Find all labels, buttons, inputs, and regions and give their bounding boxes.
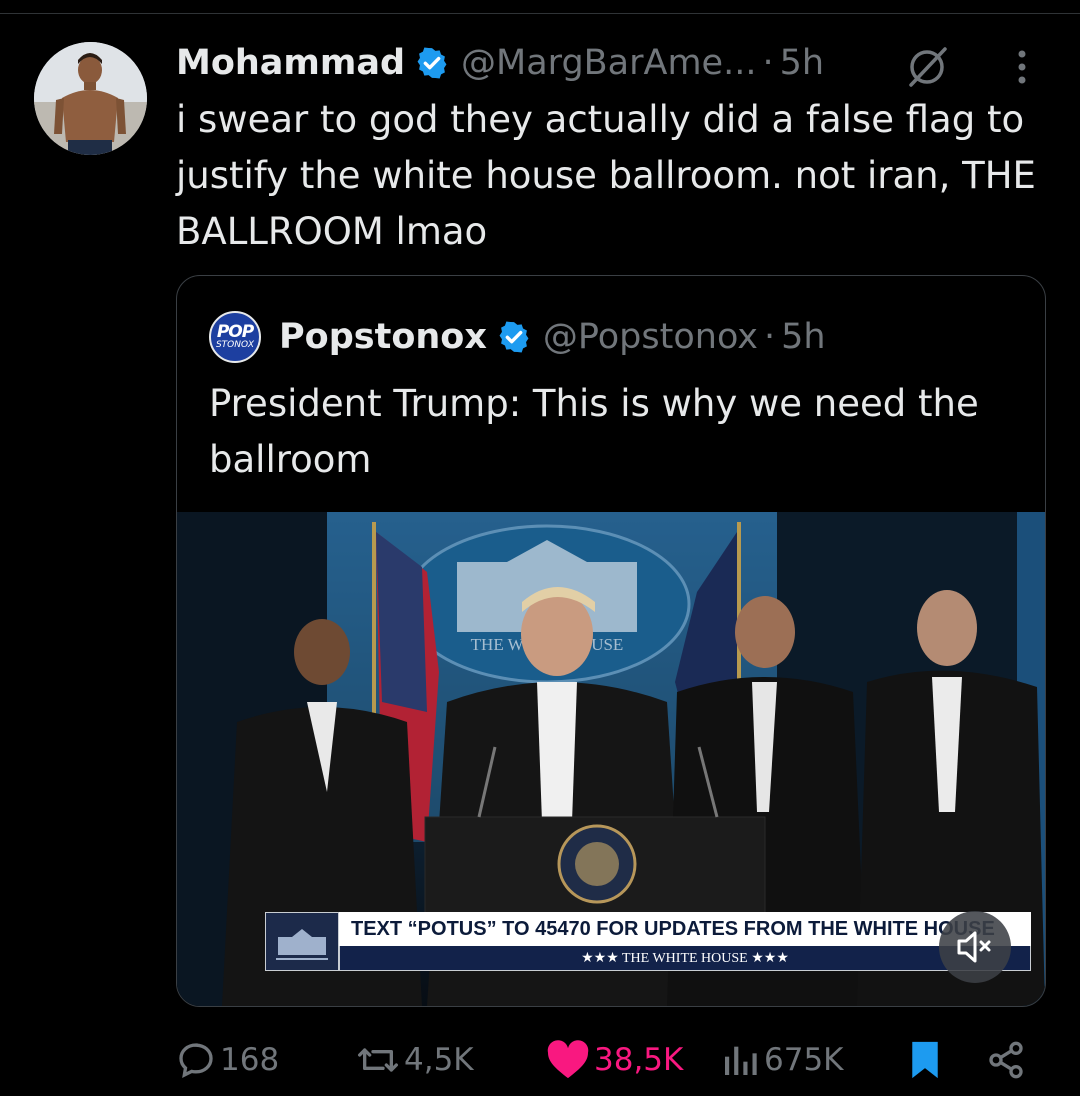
top-divider [0,13,1080,14]
reply-count: 168 [220,1042,280,1078]
logo-text-pop: POP [216,322,254,342]
separator-dot: · [764,317,776,357]
tweet-header: Mohammad @MargBarAme... · 5h [176,38,824,88]
lower-third-main-text: TEXT “POTUS” TO 45470 FOR UPDATES FROM T… [339,912,1031,946]
bookmark-button[interactable] [908,1030,942,1090]
verified-badge-icon [417,47,447,79]
like-button[interactable]: 38,5K [546,1030,683,1090]
author-name[interactable]: Mohammad [176,43,405,83]
avatar[interactable] [34,42,147,155]
quoted-author-handle[interactable]: @Popstonox [543,317,758,357]
like-count: 38,5K [594,1042,684,1078]
repost-button[interactable]: 4,5K [356,1030,474,1090]
tweet-time[interactable]: 5h [780,43,824,83]
quoted-tweet-time[interactable]: 5h [781,317,825,357]
share-icon [989,1041,1023,1079]
repost-count: 4,5K [404,1042,474,1078]
logo-text-stonox: STONOX [215,340,255,350]
action-bar: 168 4,5K 38,5K 675K [0,1030,1080,1090]
lower-third-banner: TEXT “POTUS” TO 45470 FOR UPDATES FROM T… [265,912,1031,971]
repost-icon [357,1048,398,1072]
quoted-author-name[interactable]: Popstonox [279,317,487,357]
share-button[interactable] [986,1030,1026,1090]
lower-third-sub-text: ★★★ THE WHITE HOUSE ★★★ [339,946,1031,971]
views-chart-icon [725,1046,757,1075]
bookmark-icon [912,1041,938,1079]
reply-button[interactable]: 168 [176,1030,279,1090]
mute-button[interactable] [939,911,1011,983]
quoted-tweet[interactable]: POP STONOX Popstonox @Popstonox · 5h Pre… [176,275,1046,1007]
white-house-seal-icon [265,912,339,971]
popstonox-logo[interactable]: POP STONOX [209,311,261,363]
reply-icon [179,1043,213,1078]
grok-icon[interactable] [905,45,951,87]
quoted-tweet-header: POP STONOX Popstonox @Popstonox · 5h [209,311,826,363]
views-count: 675K [764,1042,844,1078]
speaker-muted-icon [957,931,991,963]
quoted-tweet-text: President Trump: This is why we need the… [209,382,979,481]
video-player[interactable]: THE WHITE HOUSE [177,512,1045,1006]
views-button[interactable]: 675K [720,1030,844,1090]
heart-icon [547,1040,589,1079]
verified-badge-icon [499,321,529,353]
author-handle[interactable]: @MargBarAme... [461,43,756,83]
separator-dot: · [762,43,774,83]
more-options-icon[interactable] [1012,48,1032,86]
avatar-photo [34,42,147,155]
tweet-text: i swear to god they actually did a false… [176,98,1036,253]
